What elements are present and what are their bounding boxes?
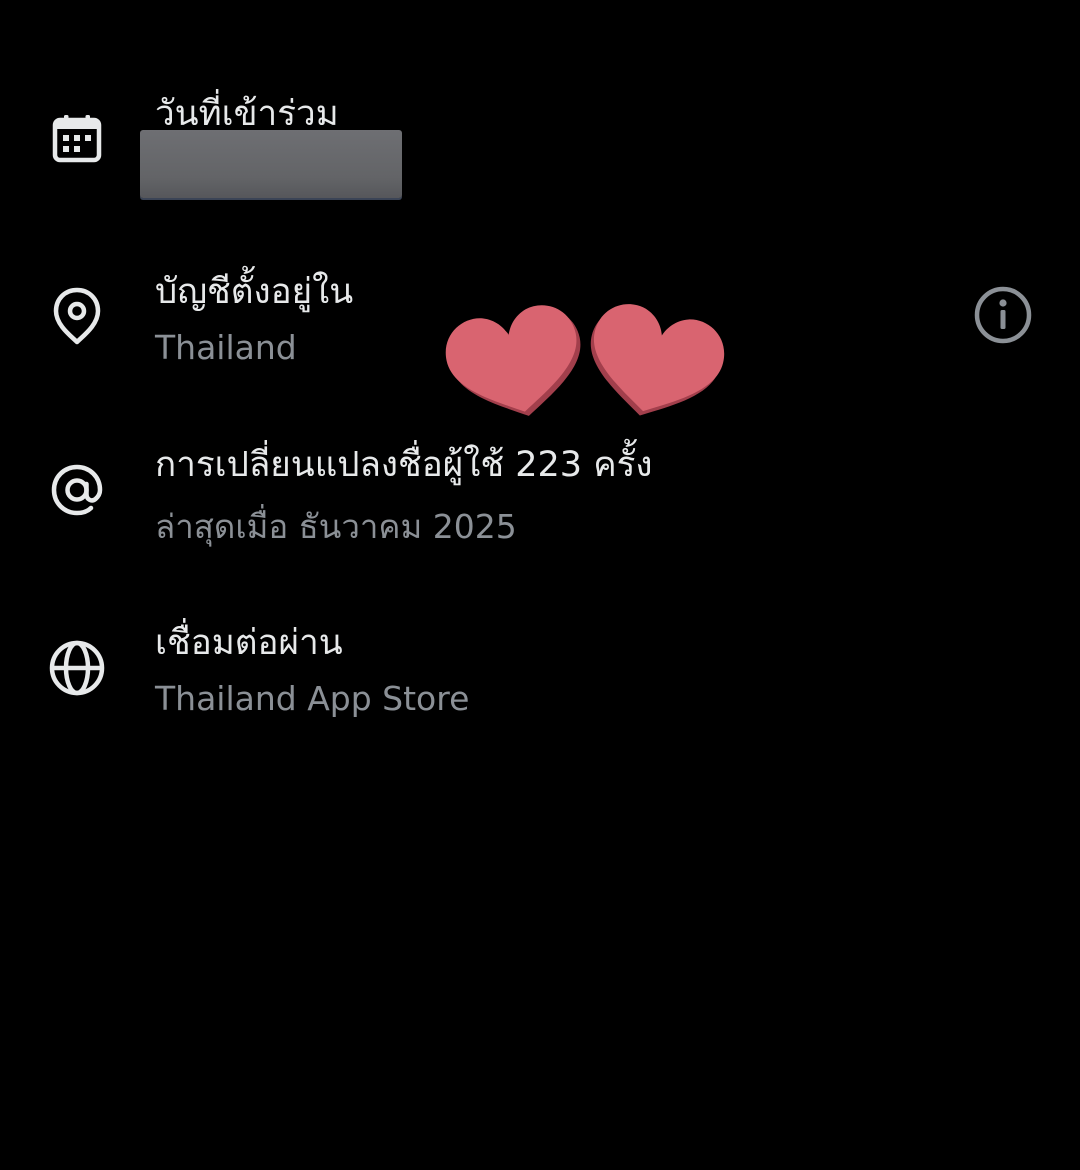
hearts-sticker <box>440 283 730 419</box>
account-location-value: Thailand <box>155 328 297 367</box>
at-sign-icon <box>44 457 110 523</box>
username-changes-value: ล่าสุดเมื่อ ธันวาคม 2025 <box>155 507 517 546</box>
connected-via-label: เชื่อมต่อผ่าน <box>155 623 343 663</box>
globe-icon <box>44 635 110 701</box>
username-changes-row: การเปลี่ยนแปลงชื่อผู้ใช้ 223 ครั้ง ล่าสุ… <box>0 415 1080 565</box>
connected-via-value: Thailand App Store <box>155 679 470 718</box>
join-date-row: วันที่เข้าร่วม <box>0 0 1080 230</box>
connected-via-row: เชื่อมต่อผ่าน Thailand App Store <box>0 600 1080 740</box>
redacted-join-date <box>140 130 402 198</box>
location-pin-icon <box>44 283 110 349</box>
info-icon[interactable] <box>972 284 1034 346</box>
calendar-icon <box>44 105 110 171</box>
username-changes-label: การเปลี่ยนแปลงชื่อผู้ใช้ 223 ครั้ง <box>155 445 653 485</box>
account-location-label: บัญชีตั้งอยู่ใน <box>155 272 354 312</box>
